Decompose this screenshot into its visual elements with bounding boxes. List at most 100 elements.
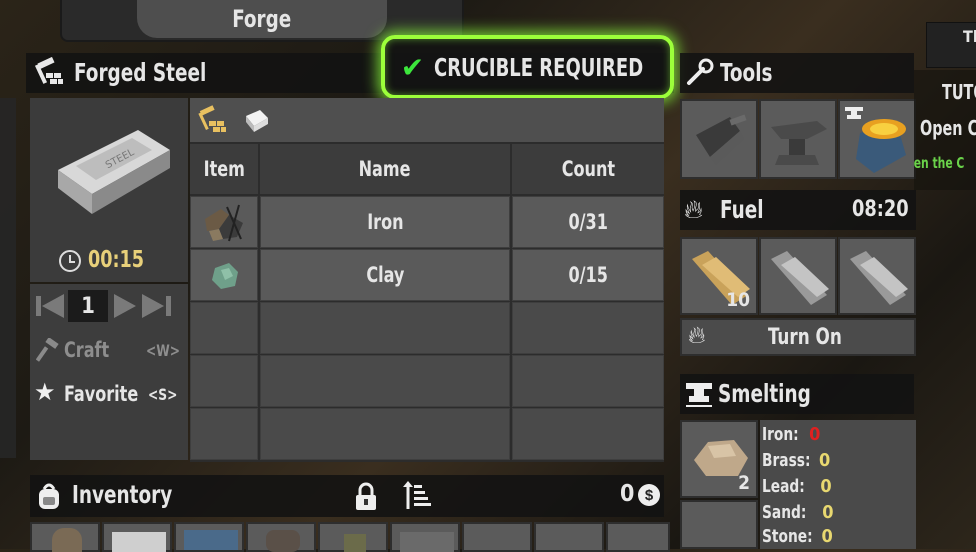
recipe-tab-icon[interactable] [196, 104, 228, 136]
clock-icon [59, 250, 81, 272]
empty-cell [260, 408, 510, 460]
flame-icon: 🔥︎ [684, 194, 704, 224]
star-icon: ★ [34, 379, 56, 406]
decrease-arrow-icon[interactable] [42, 294, 64, 318]
quantity-input[interactable]: 1 [68, 290, 108, 322]
favorite-label: Favorite [64, 382, 139, 406]
fuel-slot[interactable]: 10 [680, 237, 758, 315]
tutorial-title: TUTO [942, 80, 976, 104]
tools-title: Tools [720, 58, 773, 87]
fuel-slot[interactable] [759, 237, 837, 315]
quantity-stepper: 1 [34, 290, 184, 322]
flame-icon: 🔥︎ [688, 322, 706, 349]
smelting-slot-count: 2 [738, 472, 750, 494]
scrap-iron-icon [205, 204, 243, 242]
window-title: Forge [232, 5, 292, 33]
sort-icon[interactable] [402, 479, 434, 513]
inventory-header: Inventory 0 $ [30, 475, 664, 517]
lock-icon[interactable] [352, 481, 380, 511]
material-value: 0 [820, 476, 832, 497]
empty-cell [260, 302, 510, 354]
inventory-slot[interactable] [174, 522, 244, 552]
quantity-value: 1 [81, 293, 95, 319]
crucible-icon [856, 119, 906, 173]
wood-planks-ghost-icon [850, 251, 908, 305]
ingredient-count: 0/31 [568, 210, 608, 234]
tutorial-header: Th [963, 27, 976, 46]
craft-controls-panel: 1 Craft <W> ★ Favorite <S> [30, 284, 188, 460]
tutorial-line1: Open C [920, 116, 976, 140]
item-preview-panel: STEEL 00:15 [30, 98, 188, 282]
craft-time: 00:15 [88, 247, 144, 273]
currency-amount: 0 [620, 481, 635, 507]
requirement-banner: ✔ CRUCIBLE REQUIRED [381, 35, 674, 99]
max-arrow-icon[interactable] [142, 294, 164, 318]
turn-on-label: Turn On [768, 325, 842, 350]
inventory-slot[interactable] [390, 522, 460, 552]
tool-slots [680, 99, 916, 179]
tool-slot-crucible[interactable] [838, 99, 916, 179]
anvil-icon [771, 121, 827, 165]
check-icon: ✔ [400, 51, 425, 83]
craft-label: Craft [64, 338, 110, 362]
hammer-brick-icon [32, 56, 64, 87]
craft-button[interactable]: Craft <W> [30, 332, 188, 368]
table-row: Clay [260, 249, 510, 301]
bellows-icon [696, 114, 747, 165]
ingredient-icon-cell [190, 249, 258, 301]
tool-slot-bellows[interactable] [680, 99, 758, 179]
turn-on-button[interactable]: 🔥︎ Turn On [680, 318, 916, 356]
smelting-input-slot[interactable] [680, 500, 758, 549]
craft-hotkey: <W> [146, 341, 181, 360]
ingredients-toolbar [190, 98, 664, 142]
smelting-title: Smelting [718, 379, 811, 408]
left-side-strip [0, 98, 16, 458]
inventory-slot[interactable] [318, 522, 388, 552]
fuel-title: Fuel [720, 195, 764, 224]
ingredient-count-cell: 0/31 [512, 196, 664, 248]
book-icon[interactable] [242, 106, 270, 134]
inventory-slot[interactable] [246, 522, 316, 552]
ingredient-count-cell: 0/15 [512, 249, 664, 301]
tools-header: Tools [680, 53, 914, 93]
inventory-grid [30, 522, 670, 552]
anvil-icon [684, 380, 714, 408]
inventory-slot[interactable] [606, 522, 670, 552]
inventory-slot[interactable] [534, 522, 604, 552]
min-bar-left[interactable] [36, 296, 41, 316]
table-row: Iron [260, 196, 510, 248]
tutorial-line2: pen the C [914, 154, 965, 172]
empty-cell [190, 408, 258, 460]
material-value: 0 [821, 526, 833, 547]
smelting-header: Smelting [680, 374, 914, 414]
material-row: Iron: 0 [762, 424, 821, 445]
column-header-item: Item [190, 144, 258, 194]
fuel-header: 🔥︎ Fuel 08:20 [680, 190, 916, 230]
smelting-input-slot[interactable]: 2 [680, 420, 758, 498]
ingredient-name: Clay [365, 263, 405, 287]
inventory-slot[interactable] [102, 522, 172, 552]
material-row: Lead: 0 [762, 476, 832, 497]
tool-slot-anvil[interactable] [759, 99, 837, 179]
inventory-slot[interactable] [462, 522, 532, 552]
fuel-slot[interactable] [838, 237, 916, 315]
material-value: 0 [819, 450, 831, 471]
smelting-materials: Iron: 0 Brass: 0 Lead: 0 Sand: 0 Stone: 0 [760, 420, 916, 549]
ingredient-icon-cell [190, 196, 258, 248]
forged-steel-ingot-icon: STEEL [58, 130, 170, 214]
wood-planks-ghost-icon [771, 251, 829, 305]
backpack-icon [34, 481, 64, 511]
tutorial-header-box: Th [926, 22, 976, 68]
increase-arrow-icon[interactable] [114, 294, 136, 318]
fuel-slot-count: 10 [726, 289, 750, 311]
inventory-slot[interactable] [30, 522, 100, 552]
empty-cell [190, 355, 258, 407]
favorite-button[interactable]: ★ Favorite <S> [30, 376, 188, 412]
max-bar-right[interactable] [166, 296, 171, 316]
empty-cell [512, 408, 664, 460]
column-header-name: Name [260, 144, 510, 194]
empty-cell [190, 302, 258, 354]
hammer-icon [35, 337, 60, 362]
material-row: Stone: 0 [762, 526, 833, 547]
coin-icon: $ [638, 484, 660, 506]
